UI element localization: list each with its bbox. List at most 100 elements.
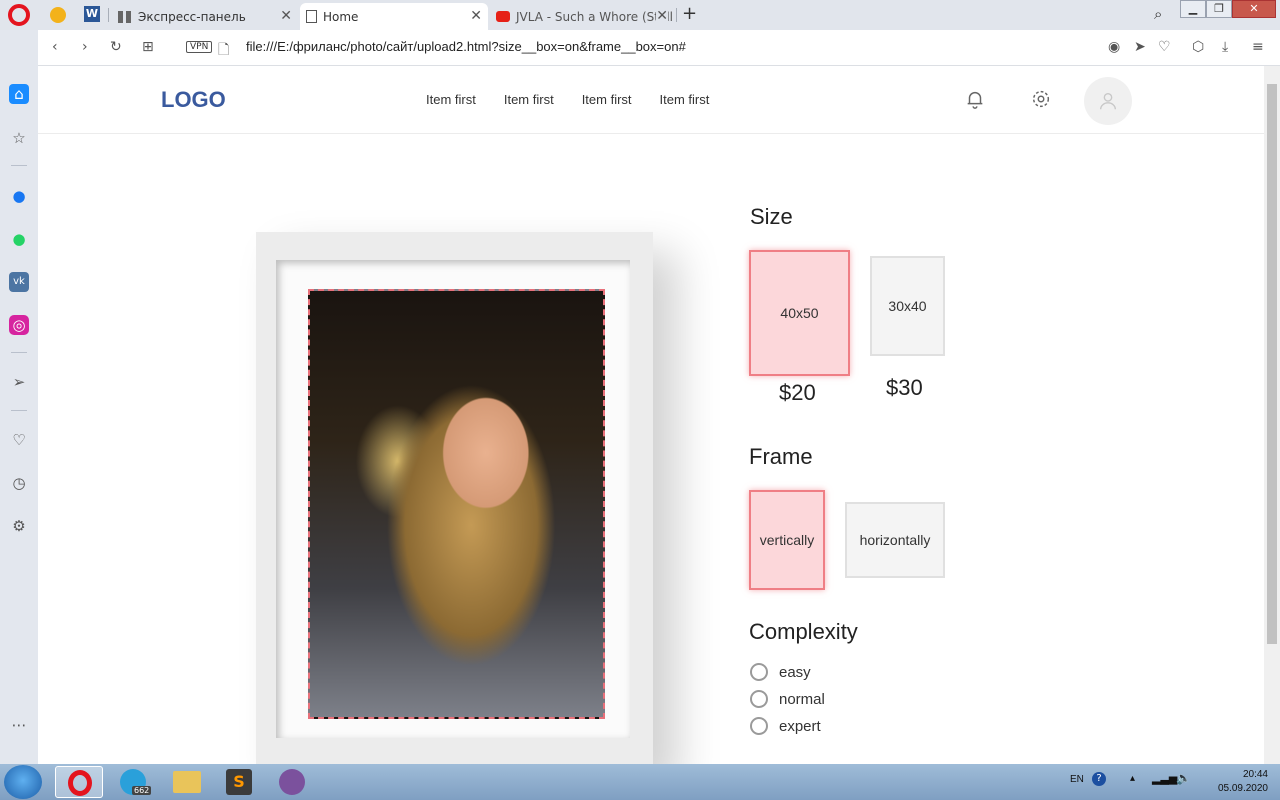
site-header: LOGO Item first Item first Item first It…: [38, 66, 1264, 134]
word-tab-icon[interactable]: W: [84, 6, 100, 22]
size-option-40x50[interactable]: 40x50: [749, 250, 850, 376]
tray-expand-icon[interactable]: ▴: [1130, 773, 1135, 784]
radio-button[interactable]: [750, 690, 768, 708]
size-option-label: 40x50: [780, 305, 819, 321]
heart-icon[interactable]: ♡: [1158, 39, 1171, 55]
document-icon: [306, 10, 317, 23]
browser-sidebar: ⌂ ☆ ● ● vk ◎ ➢ ♡ ◷ ⚙ ⋯: [0, 30, 38, 764]
address-bar: ‹ › ↻ ⊞ VPN 🗋 file:///E:/фриланс/photo/с…: [38, 30, 1280, 66]
settings-sliders-icon[interactable]: ≡: [1252, 39, 1264, 55]
size-title: Size: [750, 204, 793, 229]
window-controls: ▁ ❐ ✕: [1180, 0, 1276, 18]
forward-icon[interactable]: ›: [82, 39, 88, 55]
frame-option-vertical[interactable]: vertically: [749, 490, 825, 590]
close-tab-icon[interactable]: ✕: [656, 8, 668, 24]
scrollbar-thumb[interactable]: [1267, 84, 1277, 644]
page-info-icon[interactable]: 🗋: [218, 39, 229, 63]
complexity-option-easy[interactable]: easy: [750, 663, 811, 681]
main-nav: Item first Item first Item first Item fi…: [426, 92, 709, 107]
clock[interactable]: 20:44 05.09.2020: [1218, 768, 1268, 796]
frame-title: Frame: [749, 444, 813, 469]
radio-label: normal: [779, 690, 825, 708]
radio-button[interactable]: [750, 663, 768, 681]
maximize-button[interactable]: ❐: [1206, 0, 1232, 18]
pinned-tab-icon[interactable]: [50, 7, 66, 23]
send-icon[interactable]: ➤: [1134, 39, 1146, 55]
sublime-icon: S: [226, 769, 252, 795]
telegram-badge: 662: [132, 786, 152, 795]
help-icon[interactable]: ?: [1092, 772, 1106, 786]
frame-option-label: vertically: [759, 532, 815, 548]
taskbar-sublime[interactable]: S: [215, 766, 263, 798]
tabs-grid-icon[interactable]: ⊞: [142, 39, 154, 55]
frame-option-label: horizontally: [859, 532, 931, 548]
site-logo[interactable]: LOGO: [161, 87, 226, 113]
taskbar-viber[interactable]: [268, 766, 316, 798]
messenger-icon[interactable]: ●: [9, 186, 29, 206]
language-indicator[interactable]: EN: [1070, 774, 1084, 785]
home-icon[interactable]: ⌂: [9, 84, 29, 104]
back-icon[interactable]: ‹: [52, 39, 58, 55]
opera-menu-icon[interactable]: [8, 4, 30, 26]
folder-icon: [173, 771, 201, 793]
uploaded-photo[interactable]: [308, 289, 605, 719]
nav-item[interactable]: Item first: [426, 92, 476, 107]
close-tab-icon[interactable]: ✕: [280, 8, 292, 24]
tab-youtube[interactable]: JVLA - Such a Whore (Stell ✕: [490, 3, 674, 30]
more-icon[interactable]: ⋯: [9, 715, 29, 735]
complexity-option-expert[interactable]: expert: [750, 717, 821, 735]
close-window-button[interactable]: ✕: [1232, 0, 1276, 18]
windows-taskbar: 662 S EN ? ▴ ▂▃▅ 🔈 20:44 05.09.2020: [0, 764, 1280, 800]
vpn-badge[interactable]: VPN: [186, 41, 213, 53]
tab-speed-dial[interactable]: Экспресс-панель ✕: [112, 3, 298, 30]
reload-icon[interactable]: ↻: [110, 39, 122, 55]
page-scrollbar[interactable]: [1264, 66, 1280, 764]
search-tabs-icon[interactable]: ⌕: [1154, 5, 1162, 23]
complexity-title: Complexity: [749, 619, 858, 644]
taskbar-opera[interactable]: [55, 766, 103, 798]
url-field[interactable]: file:///E:/фриланс/photo/сайт/upload2.ht…: [246, 39, 686, 54]
tab-label: Home: [323, 9, 359, 24]
size-option-label: 30x40: [888, 298, 927, 314]
complexity-option-normal[interactable]: normal: [750, 690, 825, 708]
start-button[interactable]: [4, 765, 42, 799]
tab-home[interactable]: Home ✕: [300, 3, 488, 30]
nav-item[interactable]: Item first: [504, 92, 554, 107]
box-icon[interactable]: ⬡: [1192, 39, 1204, 55]
history-icon[interactable]: ◷: [9, 473, 29, 493]
volume-icon[interactable]: 🔈: [1176, 771, 1191, 785]
gear-icon[interactable]: [1030, 88, 1052, 110]
send-icon[interactable]: ➢: [9, 372, 29, 392]
instagram-icon[interactable]: ◎: [9, 315, 29, 335]
size-price: $20: [779, 380, 816, 405]
browser-tab-bar: W Экспресс-панель ✕ Home ✕ JVLA - Such a…: [0, 0, 1280, 30]
radio-label: expert: [779, 717, 821, 735]
star-icon[interactable]: ☆: [9, 128, 29, 148]
settings-icon[interactable]: ⚙: [9, 516, 29, 536]
taskbar-telegram[interactable]: 662: [108, 766, 156, 798]
bell-icon[interactable]: [964, 88, 986, 110]
frame-option-horizontal[interactable]: horizontally: [845, 502, 945, 578]
close-tab-icon[interactable]: ✕: [470, 8, 482, 24]
new-tab-button[interactable]: +: [682, 3, 697, 24]
radio-button[interactable]: [750, 717, 768, 735]
whatsapp-icon[interactable]: ●: [9, 229, 29, 249]
camera-icon[interactable]: ◉: [1108, 39, 1120, 55]
taskbar-explorer[interactable]: [162, 766, 210, 798]
user-avatar[interactable]: [1084, 77, 1132, 125]
minimize-button[interactable]: ▁: [1180, 0, 1206, 18]
grid-icon: [118, 10, 132, 23]
opera-icon: [68, 770, 92, 796]
heart-icon[interactable]: ♡: [9, 430, 29, 450]
size-option-30x40[interactable]: 30x40: [870, 256, 945, 356]
tab-label: JVLA - Such a Whore (Stell: [516, 9, 674, 24]
radio-label: easy: [779, 663, 811, 681]
nav-item[interactable]: Item first: [660, 92, 710, 107]
clock-time: 20:44: [1242, 769, 1268, 780]
download-icon[interactable]: ⤓: [1222, 39, 1228, 55]
tab-label: Экспресс-панель: [138, 9, 246, 24]
network-icon[interactable]: ▂▃▅: [1152, 772, 1177, 785]
vk-icon[interactable]: vk: [9, 272, 29, 292]
viber-icon: [279, 769, 305, 795]
nav-item[interactable]: Item first: [582, 92, 632, 107]
